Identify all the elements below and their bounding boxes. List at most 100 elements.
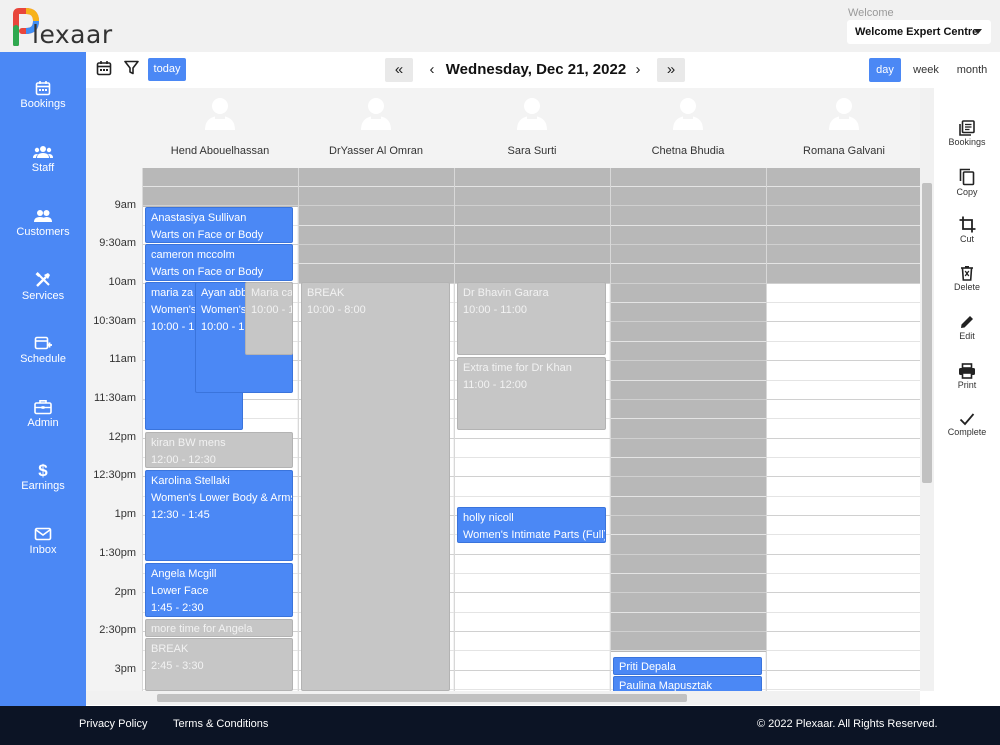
time-slot[interactable] xyxy=(611,245,766,265)
print-tool-button[interactable]: Print xyxy=(934,363,1000,390)
time-slot[interactable] xyxy=(455,207,610,226)
view-week-button[interactable]: week xyxy=(909,58,943,82)
time-slot[interactable] xyxy=(611,323,766,342)
time-slot[interactable] xyxy=(767,478,920,497)
next-button[interactable]: › xyxy=(628,58,648,82)
booking-event[interactable]: BREAK 2:45 - 3:30 xyxy=(145,638,293,691)
sidebar-item-customers[interactable]: Customers xyxy=(0,208,86,258)
view-day-button[interactable]: day xyxy=(869,58,901,82)
vertical-scroll-thumb[interactable] xyxy=(922,183,932,483)
sidebar-item-inbox[interactable]: Inbox xyxy=(0,526,86,576)
time-slot[interactable] xyxy=(455,439,610,458)
time-slot[interactable] xyxy=(611,420,766,439)
time-slot[interactable] xyxy=(767,594,920,613)
prev-fast-button[interactable]: « xyxy=(385,58,413,82)
resource-column-header[interactable]: DrYasser Al Omran xyxy=(298,88,454,168)
time-slot[interactable] xyxy=(611,458,766,478)
time-slot[interactable] xyxy=(767,226,920,246)
time-slot[interactable] xyxy=(455,632,610,652)
time-slot[interactable] xyxy=(767,245,920,265)
time-slot[interactable] xyxy=(611,439,766,458)
break-event[interactable]: BREAK 10:00 - 8:00 xyxy=(301,282,450,691)
time-slot[interactable] xyxy=(611,187,766,207)
horizontal-scroll-thumb[interactable] xyxy=(157,694,687,702)
booking-event[interactable]: Dr Bhavin Garara 10:00 - 11:00 xyxy=(457,282,606,355)
time-slot[interactable] xyxy=(611,207,766,226)
view-month-button[interactable]: month xyxy=(954,58,990,82)
today-button[interactable]: today xyxy=(148,58,186,81)
time-slot[interactable] xyxy=(299,226,454,246)
resource-column-header[interactable]: Hend Abouelhassan xyxy=(142,88,298,168)
time-slot[interactable] xyxy=(611,632,766,652)
time-slot[interactable] xyxy=(611,303,766,323)
time-slot[interactable] xyxy=(767,362,920,381)
time-slot[interactable] xyxy=(611,284,766,304)
time-slot[interactable] xyxy=(455,265,610,284)
time-slot[interactable] xyxy=(299,168,454,187)
time-slot[interactable] xyxy=(611,613,766,633)
time-slot[interactable] xyxy=(767,381,920,400)
time-slot[interactable] xyxy=(767,265,920,284)
time-slot[interactable] xyxy=(611,555,766,574)
time-slot[interactable] xyxy=(767,420,920,439)
booking-event[interactable]: Paulina Mapusztak xyxy=(613,676,762,691)
time-slot[interactable] xyxy=(455,613,610,633)
time-slot[interactable] xyxy=(611,226,766,246)
time-slot[interactable] xyxy=(611,400,766,420)
time-slot[interactable] xyxy=(767,323,920,342)
time-slot[interactable] xyxy=(767,536,920,555)
time-slot[interactable] xyxy=(611,381,766,400)
cut-tool-button[interactable]: Cut xyxy=(934,216,1000,244)
booking-event[interactable]: Maria ca 10:00 - 1 xyxy=(245,282,293,355)
time-slot[interactable] xyxy=(767,632,920,652)
time-slot[interactable] xyxy=(767,574,920,594)
time-slot[interactable] xyxy=(455,226,610,246)
time-slot[interactable] xyxy=(455,478,610,497)
time-slot[interactable] xyxy=(611,342,766,362)
time-slot[interactable] xyxy=(455,458,610,478)
time-slot[interactable] xyxy=(143,187,298,207)
time-slot[interactable] xyxy=(611,478,766,497)
copy-tool-button[interactable]: Copy xyxy=(934,168,1000,197)
booking-event[interactable]: more time for Angela xyxy=(145,619,293,637)
time-slot[interactable] xyxy=(767,303,920,323)
resource-column-header[interactable]: Romana Galvani xyxy=(766,88,922,168)
delete-tool-button[interactable]: Delete xyxy=(934,265,1000,292)
edit-tool-button[interactable]: Edit xyxy=(934,314,1000,341)
time-slot[interactable] xyxy=(767,671,920,691)
time-slot[interactable] xyxy=(767,342,920,362)
next-fast-button[interactable]: » xyxy=(657,58,685,82)
time-slot[interactable] xyxy=(611,497,766,516)
time-slot[interactable] xyxy=(611,594,766,613)
time-slot[interactable] xyxy=(611,362,766,381)
time-slot[interactable] xyxy=(299,265,454,284)
time-slot[interactable] xyxy=(611,168,766,187)
time-grid[interactable]: 9am 9:30am 10am 10:30am 11am 11:30am 12p… xyxy=(86,168,920,691)
privacy-policy-link[interactable]: Privacy Policy xyxy=(79,718,147,730)
sidebar-item-bookings[interactable]: Bookings xyxy=(0,80,86,130)
booking-event[interactable]: holly nicoll Women's Intimate Parts (Full… xyxy=(457,507,606,543)
sidebar-item-admin[interactable]: Admin xyxy=(0,399,86,449)
time-slot[interactable] xyxy=(455,555,610,574)
sidebar-item-staff[interactable]: Staff xyxy=(0,144,86,194)
time-slot[interactable] xyxy=(299,245,454,265)
time-slot[interactable] xyxy=(767,439,920,458)
booking-event[interactable]: kiran BW mens 12:00 - 12:30 xyxy=(145,432,293,468)
time-slot[interactable] xyxy=(455,671,610,691)
time-slot[interactable] xyxy=(767,400,920,420)
booking-event[interactable]: Karolina Stellaki Women's Lower Body & Ar… xyxy=(145,470,293,561)
time-slot[interactable] xyxy=(767,613,920,633)
time-slot[interactable] xyxy=(767,458,920,478)
booking-event[interactable]: Extra time for Dr Khan 11:00 - 12:00 xyxy=(457,357,606,430)
time-slot[interactable] xyxy=(767,187,920,207)
time-slot[interactable] xyxy=(611,265,766,284)
account-dropdown[interactable]: Welcome Expert Centre xyxy=(847,20,991,44)
booking-event[interactable]: cameron mccolm Warts on Face or Body xyxy=(145,244,293,281)
time-slot[interactable] xyxy=(455,245,610,265)
time-slot[interactable] xyxy=(767,516,920,536)
booking-event[interactable]: Anastasiya Sullivan Warts on Face or Body xyxy=(145,207,293,243)
sidebar-item-services[interactable]: Services xyxy=(0,272,86,322)
sidebar-item-earnings[interactable]: $ Earnings xyxy=(0,462,86,512)
time-slot[interactable] xyxy=(767,207,920,226)
time-slot[interactable] xyxy=(767,555,920,574)
